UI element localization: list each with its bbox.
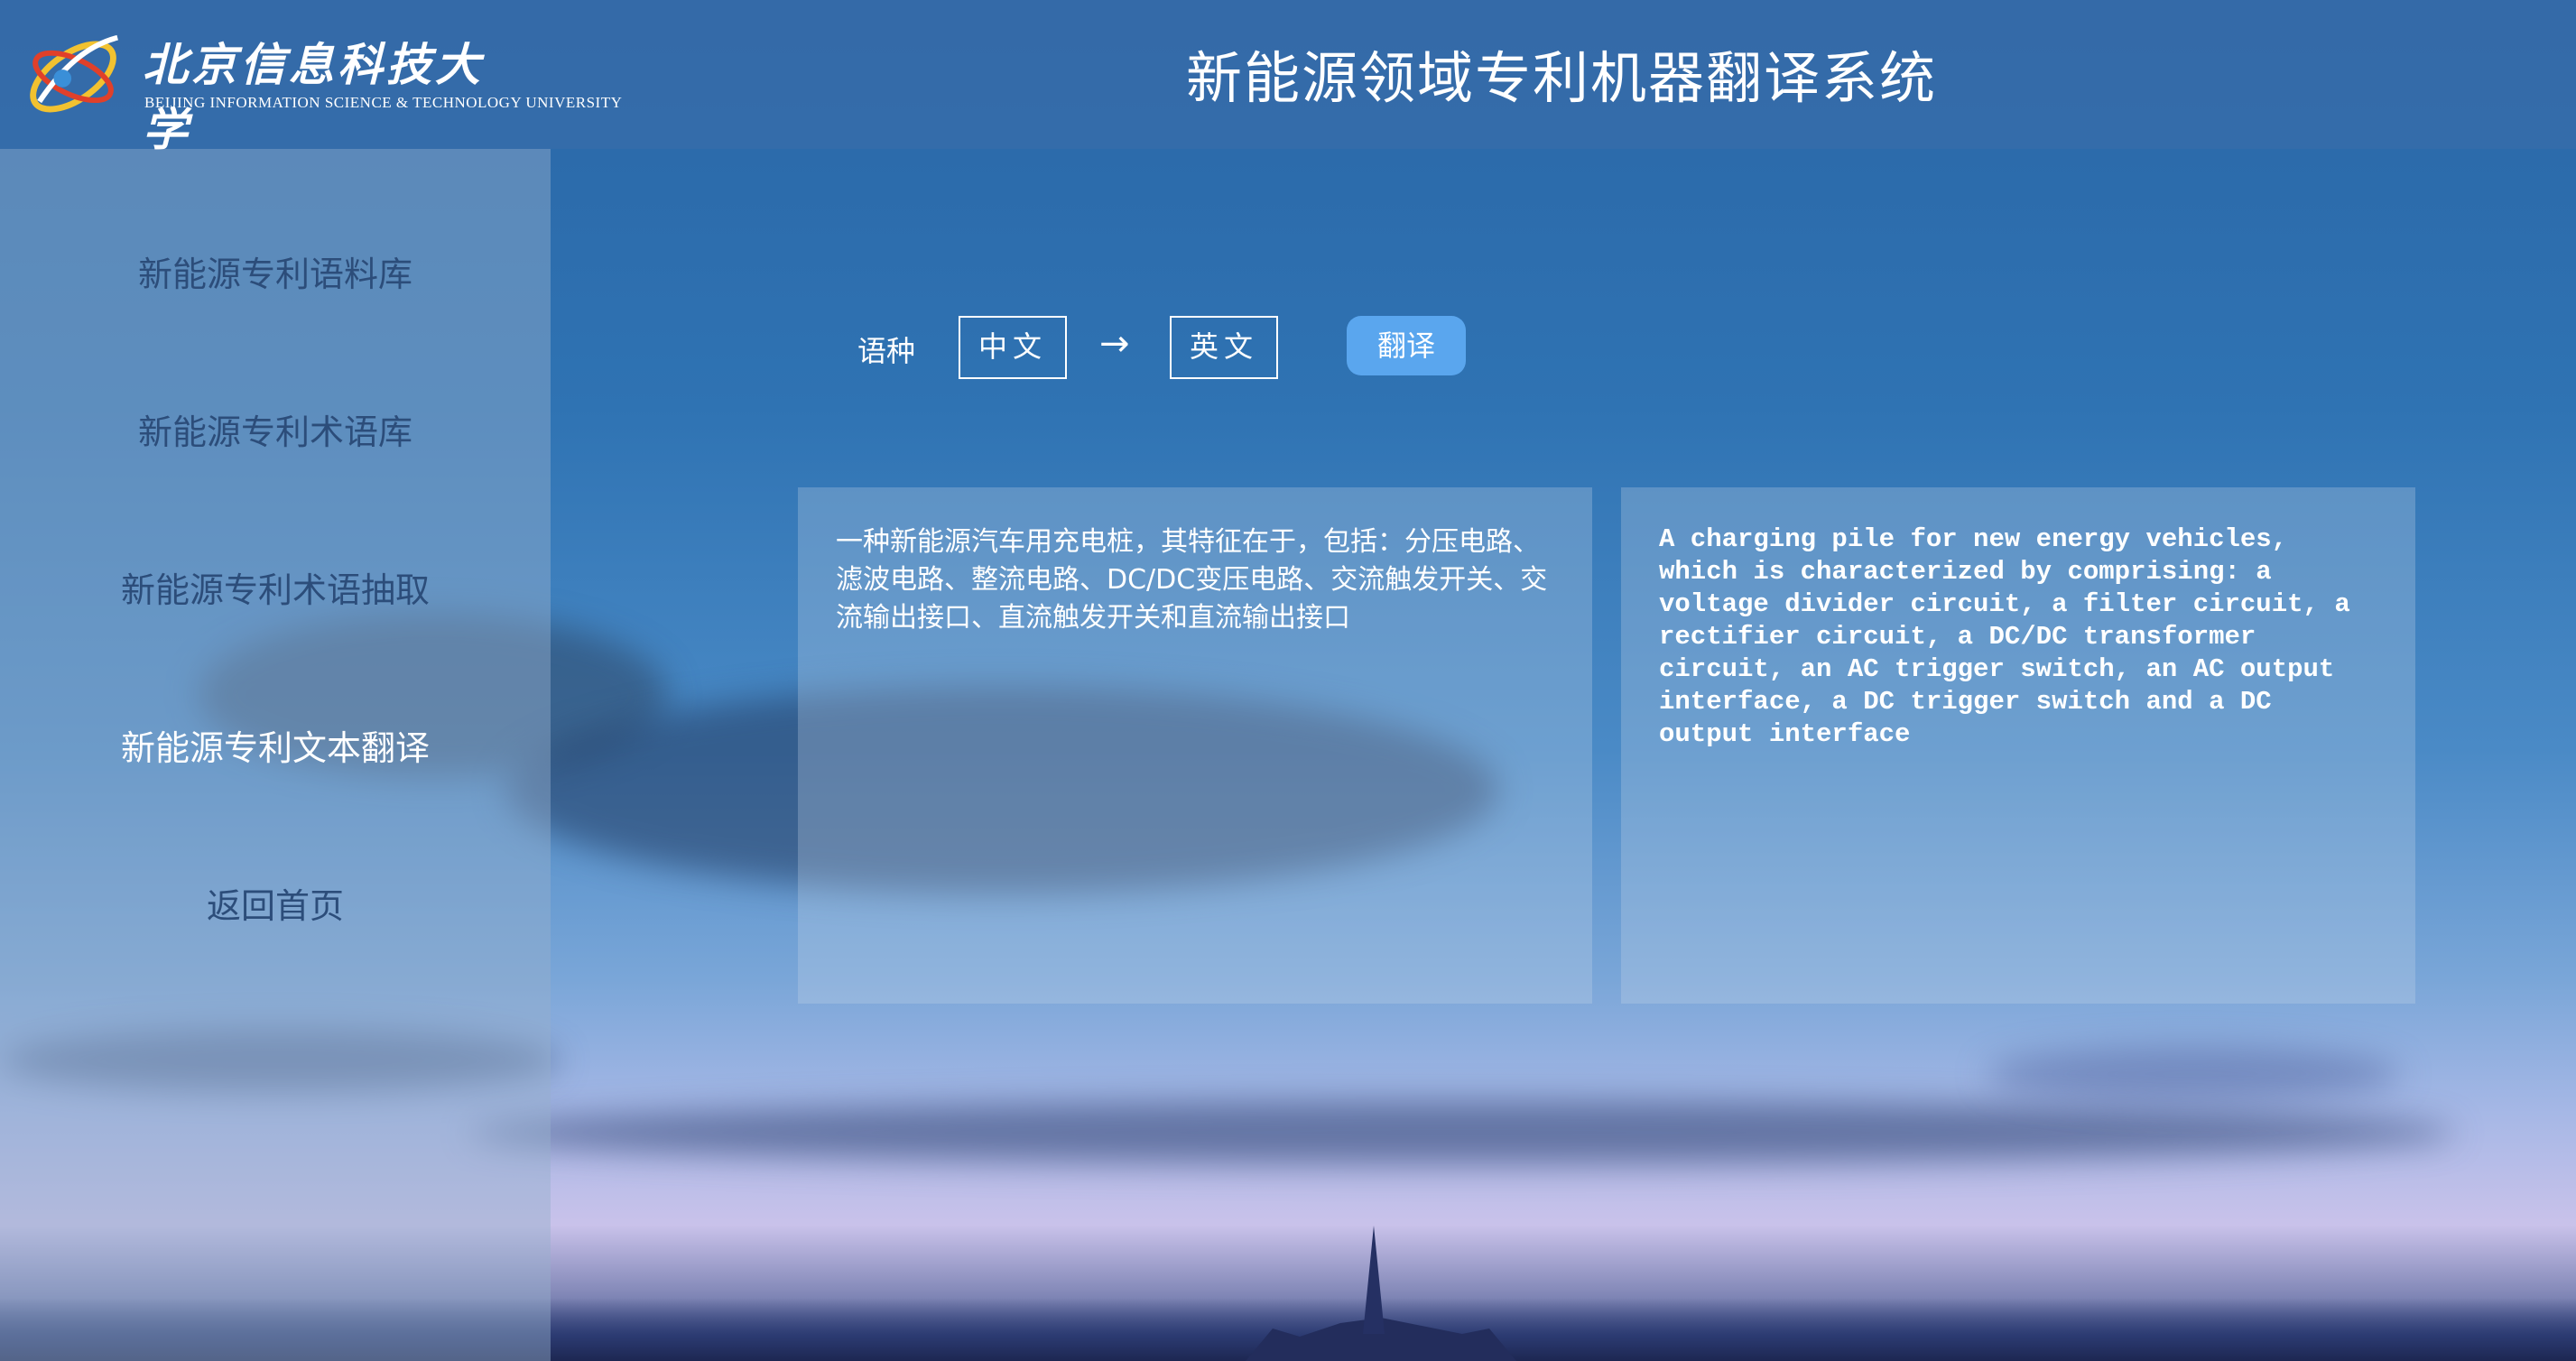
app-header: 北京信息科技大学 BEIJING INFORMATION SCIENCE & T… [0,0,2576,156]
background-spire [1363,1226,1385,1334]
sidebar: 新能源专利语料库 新能源专利术语库 新能源专利术语抽取 新能源专利文本翻译 返回… [0,149,551,1361]
university-name-en: BEIJING INFORMATION SCIENCE & TECHNOLOGY… [144,94,623,111]
sidebar-item-termbase[interactable]: 新能源专利术语库 [0,404,551,454]
sidebar-item-corpus[interactable]: 新能源专利语料库 [0,246,551,296]
language-label: 语种 [857,334,916,368]
sidebar-item-text-translation[interactable]: 新能源专利文本翻译 [0,720,551,770]
background-cloud [469,1101,2455,1164]
source-text-area[interactable]: 一种新能源汽车用充电桩，其特征在于，包括：分压电路、滤波电路、整流电路、DC/D… [798,487,1592,1004]
source-text: 一种新能源汽车用充电桩，其特征在于，包括：分压电路、滤波电路、整流电路、DC/D… [836,526,1548,634]
university-emblem-icon [30,34,118,113]
background-cloud [1986,1047,2401,1101]
target-text-area[interactable]: A charging pile for new energy vehicles,… [1621,487,2415,1004]
sidebar-item-home[interactable]: 返回首页 [0,878,551,928]
translation-output: A charging pile for new energy vehicles,… [1659,524,2350,749]
university-logo[interactable]: 北京信息科技大学 BEIJING INFORMATION SCIENCE & T… [22,16,622,156]
source-language-button[interactable]: 中文 [959,316,1067,379]
target-language-button[interactable]: 英文 [1170,316,1278,379]
sidebar-item-term-extraction[interactable]: 新能源专利术语抽取 [0,562,551,612]
translate-button[interactable]: 翻译 [1347,316,1466,375]
page-title: 新能源领域专利机器翻译系统 [1185,45,1937,111]
arrow-right-icon: → [1099,323,1130,365]
